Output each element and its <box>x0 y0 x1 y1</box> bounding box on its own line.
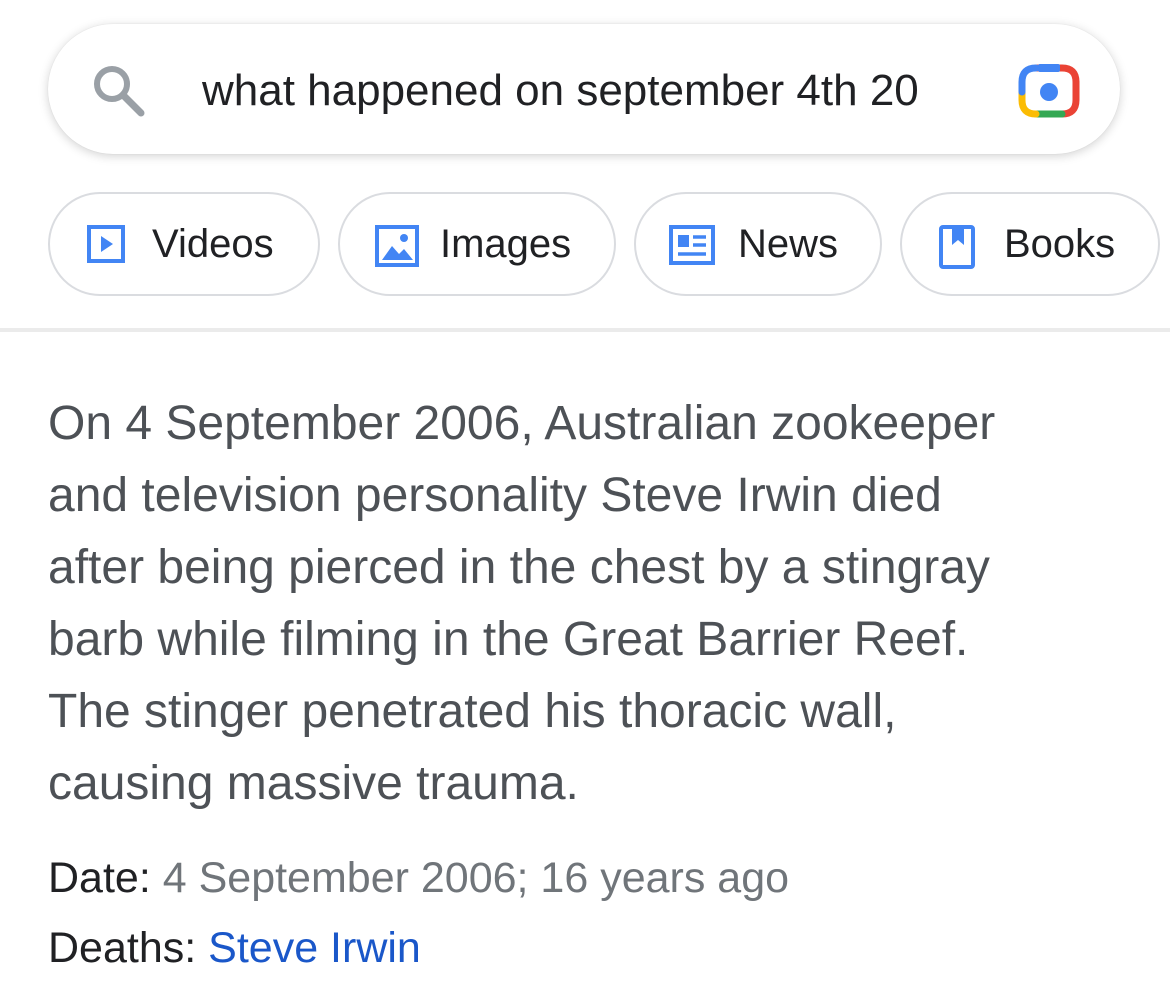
chip-images[interactable]: Images <box>338 192 616 296</box>
chip-books[interactable]: Books <box>900 192 1160 296</box>
chip-images-label: Images <box>440 222 572 266</box>
chip-news-label: News <box>738 222 839 266</box>
book-icon <box>939 225 975 269</box>
fact-deaths: Deaths: Steve Irwin <box>48 918 421 978</box>
chip-books-label: Books <box>1004 222 1116 266</box>
news-icon <box>669 225 715 265</box>
search-icon[interactable] <box>88 60 148 120</box>
image-icon <box>375 225 419 267</box>
answer-line: On 4 September 2006, Australian zookeepe… <box>48 397 996 450</box>
divider <box>0 328 1170 332</box>
chip-videos-label: Videos <box>152 222 274 266</box>
answer-line: barb while filming in the Great Barrier … <box>48 613 969 666</box>
google-lens-icon[interactable] <box>1016 62 1082 120</box>
answer-line: The stinger penetrated his thoracic wall… <box>48 685 897 738</box>
answer-line: after being pierced in the chest by a st… <box>48 541 990 594</box>
fact-date-label: Date: <box>48 854 151 902</box>
chip-news[interactable]: News <box>634 192 882 296</box>
fact-date-value: 4 September 2006; 16 years ago <box>162 854 790 902</box>
answer-line: causing massive trauma. <box>48 757 579 810</box>
answer-line: and television personality Steve Irwin d… <box>48 469 942 522</box>
fact-deaths-label: Deaths: <box>48 924 197 972</box>
steve-irwin-link[interactable]: Steve Irwin <box>208 924 421 972</box>
video-icon <box>87 225 125 263</box>
chip-videos[interactable]: Videos <box>48 192 320 296</box>
search-input[interactable]: what happened on september 4th 20 <box>202 62 982 120</box>
answer-text: On 4 September 2006, Australian zookeepe… <box>48 388 1148 820</box>
fact-date: Date: 4 September 2006; 16 years ago <box>48 848 789 908</box>
